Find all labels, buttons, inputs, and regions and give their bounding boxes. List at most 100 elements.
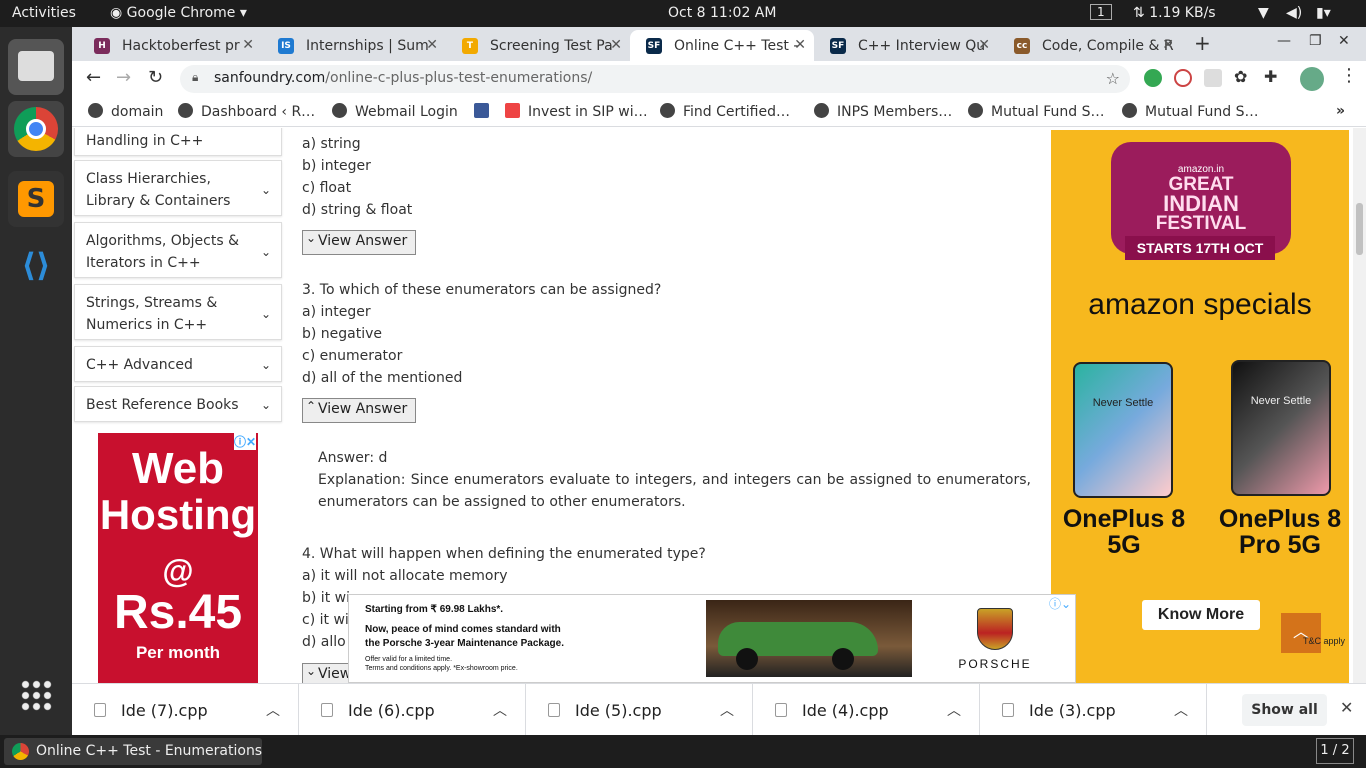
globe-icon	[968, 103, 983, 118]
option: d) string & float	[302, 202, 413, 218]
question-3: 3. To which of these enumerators can be …	[302, 279, 1042, 389]
globe-icon	[1122, 103, 1137, 118]
page-scrollbar[interactable]	[1353, 128, 1366, 683]
sublime-text-icon[interactable]: S	[8, 171, 64, 227]
chevron-up-icon[interactable]: ︿	[493, 700, 507, 720]
globe-icon	[178, 103, 193, 118]
back-button[interactable]: ←	[86, 67, 101, 88]
tab-favicon: cc	[1014, 38, 1030, 54]
close-icon[interactable]: ✕	[610, 37, 622, 53]
show-applications-icon[interactable]	[8, 667, 64, 723]
download-item[interactable]: Ide (4).cpp ︿	[753, 684, 980, 736]
chrome-icon[interactable]	[8, 101, 64, 157]
extension-icon[interactable]	[1204, 69, 1222, 87]
download-item[interactable]: Ide (3).cpp ︿	[980, 684, 1207, 736]
tab-0[interactable]: H Hacktoberfest pr ✕	[78, 30, 262, 61]
chevron-up-icon[interactable]: ︿	[266, 700, 280, 720]
close-icon[interactable]: ✕	[242, 37, 254, 53]
file-icon	[775, 703, 787, 717]
bookmark-item[interactable]: domain	[88, 103, 163, 120]
volume-icon[interactable]: ◀)	[1286, 5, 1302, 21]
web-hosting-ad[interactable]: ⓘ✕ Web Hosting @ Rs.45 Per month	[98, 433, 258, 683]
chevron-up-icon[interactable]: ︿	[947, 700, 961, 720]
tab-3-active[interactable]: SF Online C++ Test - ✕	[630, 30, 814, 61]
activities-button[interactable]: Activities	[12, 5, 76, 21]
option: d) all of the mentioned	[302, 370, 463, 386]
show-all-button[interactable]: Show all	[1242, 694, 1327, 726]
sidebar-item[interactable]: Algorithms, Objects & Iterators in C++ ⌄	[74, 222, 282, 278]
tab-favicon: SF	[646, 38, 662, 54]
view-answer-button[interactable]: ⌄ View Answer	[302, 230, 417, 255]
vscode-icon[interactable]: ⟨⟩	[8, 237, 64, 293]
taskbar-window-item[interactable]: Online C++ Test - Enumerations - S…	[4, 738, 262, 765]
phone-image: Never Settle	[1073, 362, 1173, 498]
bookmark-item[interactable]: Invest in SIP wi…	[505, 103, 648, 120]
chevron-down-icon: ⌄	[260, 358, 271, 372]
taskbar: Online C++ Test - Enumerations - S… 1 / …	[0, 735, 1366, 768]
bookmark-item[interactable]: Webmail Login	[332, 103, 458, 120]
tab-2[interactable]: T Screening Test Pa ✕	[446, 30, 630, 61]
option: a) integer	[302, 304, 371, 320]
download-item[interactable]: Ide (6).cpp ︿	[299, 684, 526, 736]
sidebar-item[interactable]: Best Reference Books ⌄	[74, 386, 282, 422]
forward-button[interactable]: →	[116, 67, 131, 88]
tab-favicon: IS	[278, 38, 294, 54]
clock[interactable]: Oct 8 11:02 AM	[668, 5, 776, 21]
profile-avatar[interactable]	[1300, 67, 1324, 91]
bookmarks-overflow-icon[interactable]: »	[1336, 103, 1345, 119]
menu-icon[interactable]: ⋮	[1340, 65, 1358, 86]
close-icon[interactable]: ✕	[794, 37, 806, 53]
files-icon[interactable]	[8, 39, 64, 95]
extension-icon[interactable]: ✿	[1234, 67, 1247, 86]
minimize-button[interactable]: —	[1277, 33, 1291, 49]
file-icon	[321, 703, 333, 717]
sidebar-item[interactable]: Class Hierarchies, Library & Containers ⌄	[74, 160, 282, 216]
maximize-button[interactable]: ❐	[1309, 33, 1322, 49]
bookmark-item[interactable]	[474, 103, 497, 120]
download-item[interactable]: Ide (7).cpp ︿	[72, 684, 299, 736]
workspace-indicator[interactable]: 1	[1090, 4, 1112, 20]
tab-favicon: T	[462, 38, 478, 54]
address-bar[interactable]: 🔒︎ sanfoundry.com/online-c-plus-plus-tes…	[180, 65, 1130, 93]
scrollbar-thumb[interactable]	[1356, 203, 1363, 255]
chevron-up-icon[interactable]: ︿	[720, 700, 734, 720]
workspace-pager[interactable]: 1 / 2	[1316, 738, 1354, 764]
scroll-to-top-button[interactable]: ︿	[1281, 613, 1321, 653]
tab-1[interactable]: IS Internships | Sum ✕	[262, 30, 446, 61]
bookmark-star-icon[interactable]: ☆	[1106, 69, 1120, 88]
know-more-button[interactable]: Know More	[1142, 600, 1260, 630]
bookmark-item[interactable]: Find Certified…	[660, 103, 790, 120]
sidebar-item[interactable]: Handling in C++	[74, 128, 282, 156]
view-answer-button[interactable]: ⌃ View Answer	[302, 398, 417, 423]
grammarly-extension-icon[interactable]	[1144, 69, 1162, 87]
bookmark-item[interactable]: Dashboard ‹ R…	[178, 103, 315, 120]
close-icon[interactable]: ✕	[1340, 698, 1353, 717]
tab-4[interactable]: SF C++ Interview Qu ✕	[814, 30, 998, 61]
close-window-button[interactable]: ✕	[1338, 33, 1350, 49]
amazon-festival-ad[interactable]: amazon.in GREAT INDIAN FESTIVAL STARTS 1…	[1051, 130, 1349, 683]
globe-icon	[814, 103, 829, 118]
browser-toolbar: ← → ↻ 🔒︎ sanfoundry.com/online-c-plus-pl…	[72, 61, 1366, 97]
chevron-up-icon[interactable]: ︿	[1174, 700, 1188, 720]
app-menu[interactable]: ◉ Google Chrome ▾	[110, 5, 247, 21]
extensions-puzzle-icon[interactable]: ✚	[1264, 67, 1277, 86]
bookmark-item[interactable]: Mutual Fund S…	[1122, 103, 1259, 120]
extension-icon[interactable]	[1174, 69, 1192, 87]
wifi-icon[interactable]: ▼	[1258, 5, 1269, 21]
sidebar-item[interactable]: C++ Advanced ⌄	[74, 346, 282, 382]
close-icon[interactable]: ✕	[426, 37, 438, 53]
new-tab-button[interactable]: +	[1194, 31, 1211, 55]
close-icon[interactable]: ✕	[978, 37, 990, 53]
battery-icon[interactable]: ▮▾	[1316, 5, 1331, 21]
q2-options: a) string b) integer c) float d) string …	[302, 133, 1042, 221]
bookmark-item[interactable]: Mutual Fund S…	[968, 103, 1105, 120]
chevron-down-icon: ⌄	[260, 398, 271, 412]
sidebar-item[interactable]: Strings, Streams & Numerics in C++ ⌄	[74, 284, 282, 340]
porsche-ad[interactable]: Starting from ₹ 69.98 Lakhs*. Now, peace…	[348, 594, 1076, 683]
download-item[interactable]: Ide (5).cpp ︿	[526, 684, 753, 736]
bookmark-item[interactable]: INPS Members…	[814, 103, 952, 120]
ad-choices-icon[interactable]: ⓘ⌄	[1049, 595, 1071, 612]
tab-5[interactable]: cc Code, Compile & R ✕	[998, 30, 1182, 61]
reload-button[interactable]: ↻	[148, 67, 163, 88]
close-icon[interactable]: ✕	[1162, 37, 1174, 53]
